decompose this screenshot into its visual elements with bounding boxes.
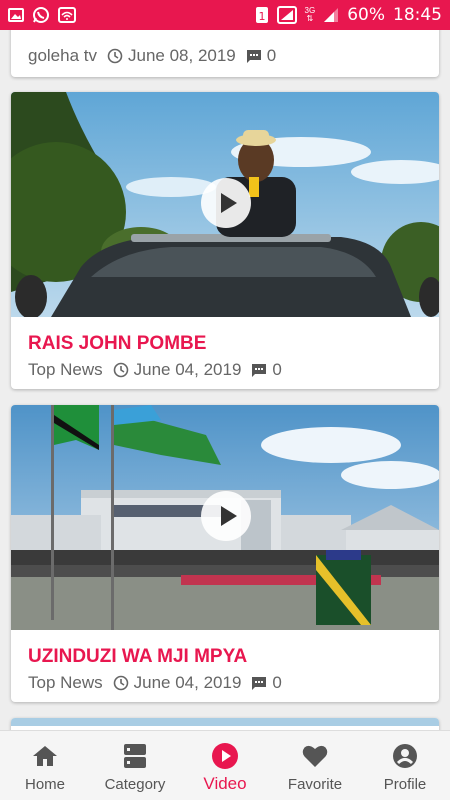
video-card[interactable]: RAIS JOHN POMBE Top News June 04, 2019 0	[11, 92, 439, 389]
comment-icon	[251, 675, 267, 691]
thumbnail-image	[11, 718, 439, 726]
nav-label: Home	[24, 776, 65, 793]
clock-icon	[113, 362, 129, 378]
status-bar: 1 3G ⇅ 60% 18:45	[0, 0, 450, 30]
card-category: Top News	[28, 673, 103, 692]
video-play-icon	[211, 742, 239, 770]
card-date: June 04, 2019	[133, 673, 242, 692]
card-meta: Top News June 04, 2019 0	[28, 673, 282, 693]
card-source: goleha tv	[28, 46, 97, 65]
clock-icon	[107, 48, 123, 64]
video-thumbnail[interactable]	[11, 92, 439, 317]
wifi-box-icon	[58, 7, 76, 23]
network-type-icon: 3G ⇅	[304, 6, 316, 23]
svg-text:1: 1	[258, 10, 265, 23]
card-meta: goleha tv June 08, 2019 0	[28, 46, 276, 66]
profile-icon	[392, 742, 418, 770]
card-comment-count: 0	[272, 673, 282, 692]
vibrate-icon: 1	[255, 6, 269, 24]
card-meta: Top News June 04, 2019 0	[28, 360, 282, 380]
sim-signal-icon	[276, 6, 297, 24]
nav-category[interactable]: Category	[90, 731, 180, 800]
card-comment-count: 0	[272, 360, 282, 379]
card-comment-count: 0	[266, 46, 277, 65]
nav-label: Category	[104, 776, 166, 793]
category-icon	[123, 742, 147, 770]
card-title[interactable]: UZINDUZI WA MJI MPYA	[28, 646, 247, 668]
cell-signal-icon	[323, 7, 339, 23]
video-card-partial[interactable]: goleha tv June 08, 2019 0	[11, 30, 439, 77]
card-date: June 08, 2019	[128, 46, 236, 65]
card-date: June 04, 2019	[133, 360, 242, 379]
image-notification-icon	[8, 7, 24, 23]
comment-icon	[251, 362, 267, 378]
bottom-navigation: Home Category Video Favorite Profile	[0, 730, 450, 800]
video-feed[interactable]: goleha tv June 08, 2019 0 RAIS JOHN POMB…	[0, 30, 450, 730]
nav-home[interactable]: Home	[0, 731, 90, 800]
nav-label: Profile	[383, 776, 427, 793]
video-card[interactable]: UZINDUZI WA MJI MPYA Top News June 04, 2…	[11, 405, 439, 702]
nav-video[interactable]: Video	[180, 731, 270, 800]
whatsapp-icon	[32, 6, 50, 24]
nav-label: Video	[203, 774, 247, 793]
battery-percent: 60%	[347, 5, 385, 25]
play-icon[interactable]	[201, 491, 251, 541]
video-thumbnail[interactable]	[11, 405, 439, 630]
status-notifications	[8, 6, 76, 24]
nav-label: Favorite	[287, 776, 343, 793]
heart-icon	[302, 742, 328, 770]
card-category: Top News	[28, 360, 103, 379]
nav-favorite[interactable]: Favorite	[270, 731, 360, 800]
home-icon	[32, 742, 58, 770]
video-card-partial[interactable]	[11, 718, 439, 730]
card-title[interactable]: RAIS JOHN POMBE	[28, 333, 206, 355]
play-icon[interactable]	[201, 178, 251, 228]
status-system: 1 3G ⇅ 60% 18:45	[255, 5, 442, 25]
clock-icon	[113, 675, 129, 691]
clock: 18:45	[393, 5, 442, 25]
nav-profile[interactable]: Profile	[360, 731, 450, 800]
comment-icon	[246, 48, 262, 64]
